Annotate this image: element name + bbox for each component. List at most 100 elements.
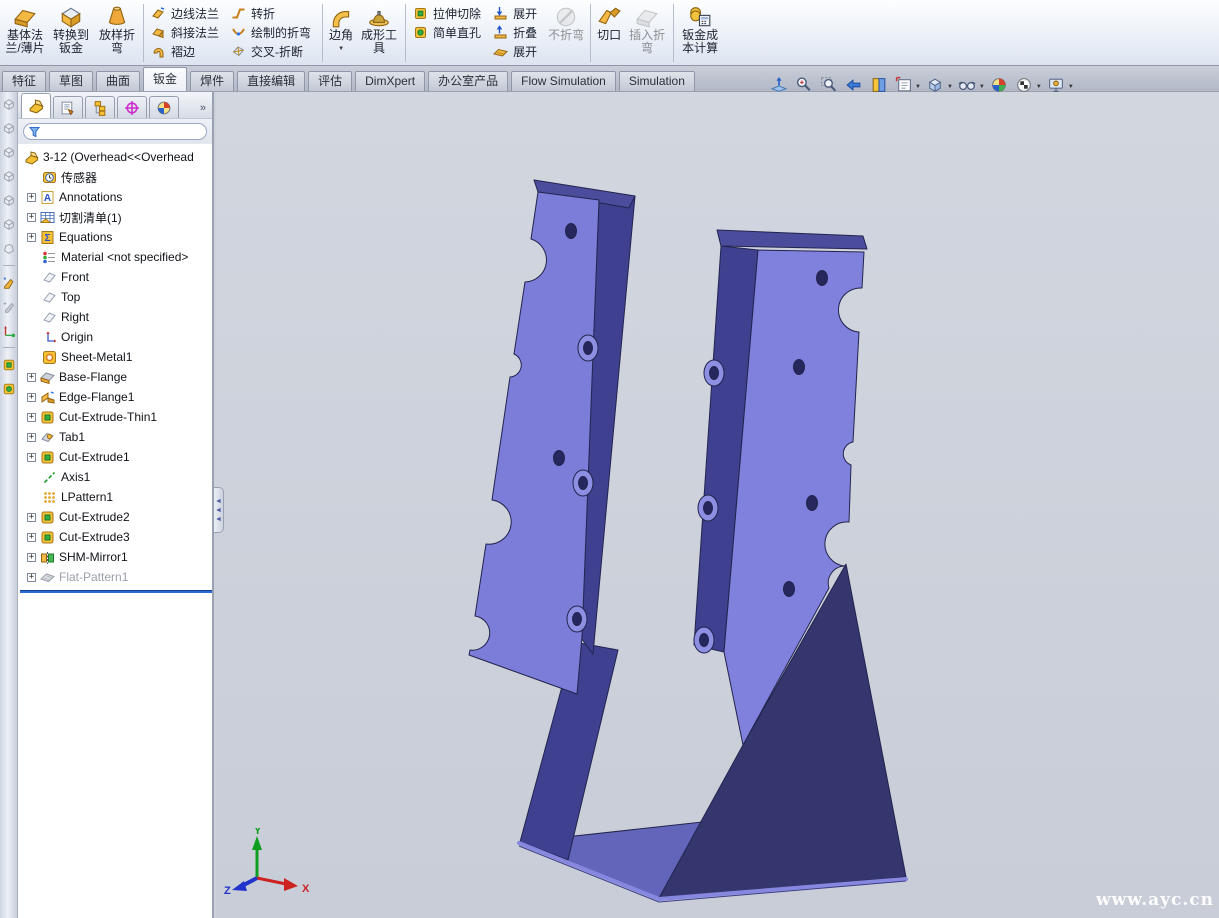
panel-overflow-chevron[interactable]: » — [200, 102, 209, 118]
expand-toggle[interactable]: + — [27, 573, 36, 582]
expand-toggle[interactable]: + — [27, 213, 36, 222]
extruded-cut-button[interactable]: 拉伸切除 — [411, 4, 487, 23]
tab-flow-simulation[interactable]: Flow Simulation — [511, 71, 616, 91]
reference-geometry-icon[interactable] — [1, 323, 16, 338]
expand-toggle[interactable]: + — [27, 233, 36, 242]
cross-break-button[interactable]: 交叉-折断 — [229, 42, 317, 61]
rollback-bar[interactable] — [20, 590, 212, 593]
hem-button[interactable]: 褶边 — [149, 42, 225, 61]
expand-toggle[interactable]: + — [27, 393, 36, 402]
tab-direct-editing[interactable]: 直接编辑 — [237, 71, 305, 91]
tab-sketch[interactable]: 草图 — [49, 71, 93, 91]
tree-filter-input[interactable] — [23, 123, 207, 140]
tree-item-lpattern1[interactable]: LPattern1 — [20, 487, 212, 507]
expand-toggle[interactable]: + — [27, 533, 36, 542]
tab-sheet-metal[interactable]: 钣金 — [143, 67, 187, 91]
zoom-to-area-icon[interactable] — [819, 76, 838, 95]
expand-toggle[interactable]: + — [27, 373, 36, 382]
standard-view-cube-icon[interactable] — [1, 97, 16, 112]
tree-item-tab1[interactable]: + Tab1 — [20, 427, 212, 447]
dropdown-caret-icon[interactable]: ▼ — [947, 84, 953, 90]
extruded-feature-icon[interactable] — [1, 357, 16, 372]
dropdown-caret-icon[interactable]: ▼ — [915, 84, 921, 90]
edit-appearance-icon[interactable] — [990, 76, 1009, 95]
edge-flange-button[interactable]: 边线法兰 — [149, 4, 225, 23]
lofted-bend-button[interactable]: 放样折弯 — [94, 2, 140, 64]
standard-view-cube-icon[interactable] — [1, 169, 16, 184]
expand-toggle[interactable]: + — [27, 433, 36, 442]
apply-scene-icon[interactable] — [1015, 76, 1034, 95]
tree-item-axis1[interactable]: Axis1 — [20, 467, 212, 487]
tab-weldments[interactable]: 焊件 — [190, 71, 234, 91]
expand-toggle[interactable]: + — [27, 553, 36, 562]
tree-item-cut-extrude2[interactable]: + Cut-Extrude2 — [20, 507, 212, 527]
panel-collapse-splitter[interactable]: ◄ ◄ ◄ — [214, 487, 224, 533]
extruded-feature-icon[interactable] — [1, 381, 16, 396]
standard-view-cube-icon[interactable] — [1, 193, 16, 208]
tab-features[interactable]: 特征 — [2, 71, 46, 91]
zoom-to-fit-icon[interactable] — [769, 76, 788, 95]
tree-item-front-plane[interactable]: Front — [20, 267, 212, 287]
sheet-metal-costing-button[interactable]: 钣金成本计算 — [677, 2, 723, 64]
3d-sketch-icon[interactable] — [1, 299, 16, 314]
expand-toggle[interactable]: + — [27, 453, 36, 462]
tab-simulation[interactable]: Simulation — [619, 71, 695, 91]
tree-item-cut-extrude1[interactable]: + Cut-Extrude1 — [20, 447, 212, 467]
previous-view-icon[interactable] — [844, 76, 863, 95]
sketch-icon[interactable] — [1, 275, 16, 290]
hide-show-items-icon[interactable] — [958, 76, 977, 95]
dropdown-caret-icon[interactable]: ▼ — [1036, 84, 1042, 90]
tree-item-material[interactable]: Material <not specified> — [20, 247, 212, 267]
unfold-button[interactable]: 展开 — [491, 4, 543, 23]
featuremanager-tab[interactable] — [21, 93, 51, 118]
standard-view-cube-icon[interactable] — [1, 145, 16, 160]
forming-tool-button[interactable]: 成形工具 — [356, 2, 402, 64]
tree-item-cut-extrude-thin1[interactable]: + Cut-Extrude-Thin1 — [20, 407, 212, 427]
configurationmanager-tab[interactable] — [85, 96, 115, 118]
displaymanager-tab[interactable] — [149, 96, 179, 118]
section-view-icon[interactable] — [869, 76, 888, 95]
convert-to-sheet-metal-button[interactable]: 转换到钣金 — [48, 2, 94, 64]
dropdown-caret-icon[interactable]: ▼ — [1068, 84, 1074, 90]
zoom-in-out-icon[interactable] — [794, 76, 813, 95]
tree-item-cut-list[interactable]: + 切割清单(1) — [20, 207, 212, 227]
display-style-icon[interactable] — [926, 76, 945, 95]
base-flange-button[interactable]: 基体法兰/薄片 — [2, 2, 48, 64]
dimxpertmanager-tab[interactable] — [117, 96, 147, 118]
graphics-viewport[interactable]: Y X Z www.ayc.cn — [216, 92, 1219, 918]
propertymanager-tab[interactable] — [53, 96, 83, 118]
sketched-bend-button[interactable]: 绘制的折弯 — [229, 23, 317, 42]
tree-item-cut-extrude3[interactable]: + Cut-Extrude3 — [20, 527, 212, 547]
flatten-button[interactable]: 展开 — [491, 42, 543, 61]
view-settings-icon[interactable] — [1047, 76, 1066, 95]
tab-dimxpert[interactable]: DimXpert — [355, 71, 425, 91]
tab-office-products[interactable]: 办公室产品 — [428, 71, 508, 91]
tree-item-base-flange[interactable]: + Base-Flange — [20, 367, 212, 387]
tab-evaluate[interactable]: 评估 — [308, 71, 352, 91]
jog-button[interactable]: 转折 — [229, 4, 317, 23]
standard-view-cube-icon[interactable] — [1, 217, 16, 232]
expand-toggle[interactable]: + — [27, 413, 36, 422]
rip-button[interactable]: 切口 — [594, 2, 624, 64]
view-orientation-icon[interactable] — [894, 76, 913, 95]
fold-button[interactable]: 折叠 — [491, 23, 543, 42]
tree-item-sheet-metal1[interactable]: Sheet-Metal1 — [20, 347, 212, 367]
tree-root-item[interactable]: 3-12 (Overhead<<Overhead — [20, 147, 212, 167]
expand-toggle[interactable]: + — [27, 193, 36, 202]
miter-flange-button[interactable]: 斜接法兰 — [149, 23, 225, 42]
tree-item-edge-flange1[interactable]: + Edge-Flange1 — [20, 387, 212, 407]
tree-item-equations[interactable]: + Σ Equations — [20, 227, 212, 247]
tab-surfaces[interactable]: 曲面 — [96, 71, 140, 91]
joist-hanger-model[interactable] — [216, 92, 1218, 918]
tree-item-top-plane[interactable]: Top — [20, 287, 212, 307]
tree-item-origin[interactable]: Origin — [20, 327, 212, 347]
isometric-view-icon[interactable] — [1, 241, 16, 256]
tree-item-right-plane[interactable]: Right — [20, 307, 212, 327]
dropdown-caret-icon[interactable]: ▼ — [338, 43, 344, 56]
dropdown-caret-icon[interactable]: ▼ — [979, 84, 985, 90]
tree-item-annotations[interactable]: + A Annotations — [20, 187, 212, 207]
tree-item-sensors[interactable]: 传感器 — [20, 167, 212, 187]
standard-view-cube-icon[interactable] — [1, 121, 16, 136]
tree-item-flat-pattern1[interactable]: + Flat-Pattern1 — [20, 567, 212, 587]
simple-hole-button[interactable]: 简单直孔 — [411, 23, 487, 42]
